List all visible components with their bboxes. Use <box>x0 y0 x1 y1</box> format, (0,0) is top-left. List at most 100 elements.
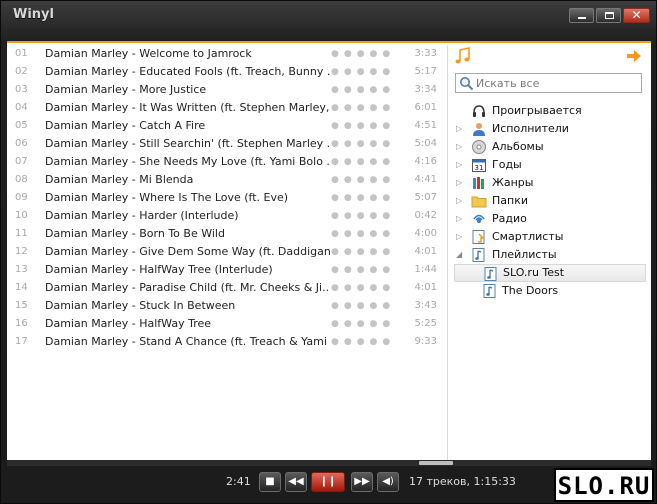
tree-item-label: Альбомы <box>492 140 544 153</box>
expand-arrow-icon[interactable]: ▷ <box>456 210 466 228</box>
tree-item-folder[interactable]: ▷ Папки <box>454 192 646 210</box>
track-list[interactable]: 01 Damian Marley - Welcome to Jamrock ●●●●… <box>7 45 445 463</box>
track-row[interactable]: 11 Damian Marley - Born To Be Wild ●●●●● 4:… <box>7 225 445 243</box>
minimize-button[interactable] <box>569 8 594 23</box>
track-rating[interactable]: ●●●●● <box>331 315 401 333</box>
track-row[interactable]: 15 Damian Marley - Stuck In Between ●●●●● 3… <box>7 297 445 315</box>
track-duration: 1:44 <box>414 264 437 275</box>
expand-arrow-icon[interactable]: ▷ <box>456 228 466 246</box>
stop-button[interactable]: ■ <box>259 472 281 492</box>
volume-button[interactable]: ◀) <box>377 472 399 492</box>
track-row[interactable]: 03 Damian Marley - More Justice ●●●●● 3:34 <box>7 81 445 99</box>
track-row[interactable]: 17 Damian Marley - Stand A Chance (ft. Tr… <box>7 333 445 351</box>
calendar-day: 31 <box>475 164 484 172</box>
folder-icon <box>471 196 487 208</box>
track-number: 07 <box>15 156 28 167</box>
tree-item-smartlist[interactable]: ▷ Смартлисты <box>454 228 646 246</box>
track-number: 13 <box>15 264 28 275</box>
expand-arrow-icon[interactable]: ▷ <box>456 138 466 156</box>
radio-icon <box>473 214 485 223</box>
track-row[interactable]: 05 Damian Marley - Catch A Fire ●●●●● 4:51 <box>7 117 445 135</box>
tree-item-cd[interactable]: ▷ Альбомы <box>454 138 646 156</box>
expand-arrow-icon[interactable]: ▷ <box>456 120 466 138</box>
maximize-icon <box>605 12 614 19</box>
track-rating[interactable]: ●●●●● <box>331 45 401 63</box>
track-row[interactable]: 09 Damian Marley - Where Is The Love (ft.… <box>7 189 445 207</box>
scrollbar-thumb[interactable] <box>419 461 453 465</box>
close-button[interactable]: ✕ <box>623 8 650 23</box>
track-title: Damian Marley - Born To Be Wild <box>45 227 225 240</box>
arrow-right-icon[interactable] <box>626 49 642 63</box>
track-duration: 4:01 <box>414 282 437 293</box>
smartlist-icon <box>472 230 485 244</box>
tree-item-calendar[interactable]: ▷ 31 Годы <box>454 156 646 174</box>
collapse-arrow-icon[interactable]: ◢ <box>456 246 466 264</box>
tree-item-headphones[interactable]: Проигрывается <box>454 102 646 120</box>
headphones-icon <box>473 105 485 117</box>
maximize-button[interactable] <box>596 8 621 23</box>
track-rating[interactable]: ●●●●● <box>331 243 401 261</box>
pause-icon: ❙❙ <box>319 476 337 487</box>
track-rating[interactable]: ●●●●● <box>331 297 401 315</box>
playlist-item[interactable]: SLO.ru Test <box>454 264 646 282</box>
track-row[interactable]: 08 Damian Marley - Mi Blenda ●●●●● 4:41 <box>7 171 445 189</box>
track-number: 14 <box>15 282 28 293</box>
track-row[interactable]: 01 Damian Marley - Welcome to Jamrock ●●●●… <box>7 45 445 63</box>
track-row[interactable]: 13 Damian Marley - HalfWay Tree (Interlud… <box>7 261 445 279</box>
track-title: Damian Marley - Where Is The Love (ft. E… <box>45 191 289 204</box>
calendar-icon: 31 <box>472 159 486 172</box>
track-rating[interactable]: ●●●●● <box>331 171 401 189</box>
track-row[interactable]: 10 Damian Marley - Harder (Interlude) ●●●●… <box>7 207 445 225</box>
track-rating[interactable]: ●●●●● <box>331 99 401 117</box>
track-rating[interactable]: ●●●●● <box>331 279 401 297</box>
track-duration: 9:33 <box>414 336 437 347</box>
track-duration: 4:41 <box>414 174 437 185</box>
track-title: Damian Marley - HalfWay Tree (Interlude) <box>45 263 273 276</box>
tree-item-radio[interactable]: ▷ Радио <box>454 210 646 228</box>
track-number: 11 <box>15 228 28 239</box>
track-duration: 5:17 <box>414 66 437 77</box>
playlist-item[interactable]: The Doors <box>454 282 646 300</box>
previous-button[interactable]: ◀◀ <box>285 472 307 492</box>
track-rating[interactable]: ●●●●● <box>331 153 401 171</box>
track-rating[interactable]: ●●●●● <box>331 261 401 279</box>
track-rating[interactable]: ●●●●● <box>331 135 401 153</box>
track-row[interactable]: 12 Damian Marley - Give Dem Some Way (ft.… <box>7 243 445 261</box>
horizontal-scrollbar[interactable] <box>7 460 651 466</box>
search-box <box>455 73 642 93</box>
track-rating[interactable]: ●●●●● <box>331 207 401 225</box>
pause-button[interactable]: ❙❙ <box>311 472 345 492</box>
track-rating[interactable]: ●●●●● <box>331 63 401 81</box>
search-input[interactable] <box>476 75 636 91</box>
cd-icon <box>472 140 486 154</box>
track-number: 03 <box>15 84 28 95</box>
tree-item-books[interactable]: ▷ Жанры <box>454 174 646 192</box>
track-rating[interactable]: ●●●●● <box>331 225 401 243</box>
track-row[interactable]: 02 Damian Marley - Educated Fools (ft. Tr… <box>7 63 445 81</box>
expand-arrow-icon[interactable]: ▷ <box>456 156 466 174</box>
tree-item-label: Папки <box>492 194 528 207</box>
track-duration: 3:34 <box>414 84 437 95</box>
track-row[interactable]: 06 Damian Marley - Still Searchin' (ft. S… <box>7 135 445 153</box>
track-rating[interactable]: ●●●●● <box>331 333 401 351</box>
track-duration: 4:16 <box>414 156 437 167</box>
track-title: Damian Marley - Still Searchin' (ft. Ste… <box>45 137 330 150</box>
track-duration: 6:01 <box>414 102 437 113</box>
track-number: 01 <box>15 48 28 59</box>
track-title: Damian Marley - More Justice <box>45 83 207 96</box>
track-rating[interactable]: ●●●●● <box>331 189 401 207</box>
title-bar[interactable]: Winyl ✕ <box>1 1 656 31</box>
track-number: 05 <box>15 120 28 131</box>
expand-arrow-icon[interactable]: ▷ <box>456 174 466 192</box>
track-row[interactable]: 07 Damian Marley - She Needs My Love (ft.… <box>7 153 445 171</box>
next-button[interactable]: ▶▶ <box>351 472 373 492</box>
track-rating[interactable]: ●●●●● <box>331 117 401 135</box>
track-row[interactable]: 04 Damian Marley - It Was Written (ft. St… <box>7 99 445 117</box>
track-rating[interactable]: ●●●●● <box>331 81 401 99</box>
track-row[interactable]: 16 Damian Marley - HalfWay Tree ●●●●● 5:25 <box>7 315 445 333</box>
expand-arrow-icon[interactable]: ▷ <box>456 192 466 210</box>
track-row[interactable]: 14 Damian Marley - Paradise Child (ft. Mr… <box>7 279 445 297</box>
tree-item-playlist[interactable]: ◢ Плейлисты <box>454 246 646 264</box>
music-note-icon[interactable] <box>454 47 472 65</box>
tree-item-person[interactable]: ▷ Исполнители <box>454 120 646 138</box>
